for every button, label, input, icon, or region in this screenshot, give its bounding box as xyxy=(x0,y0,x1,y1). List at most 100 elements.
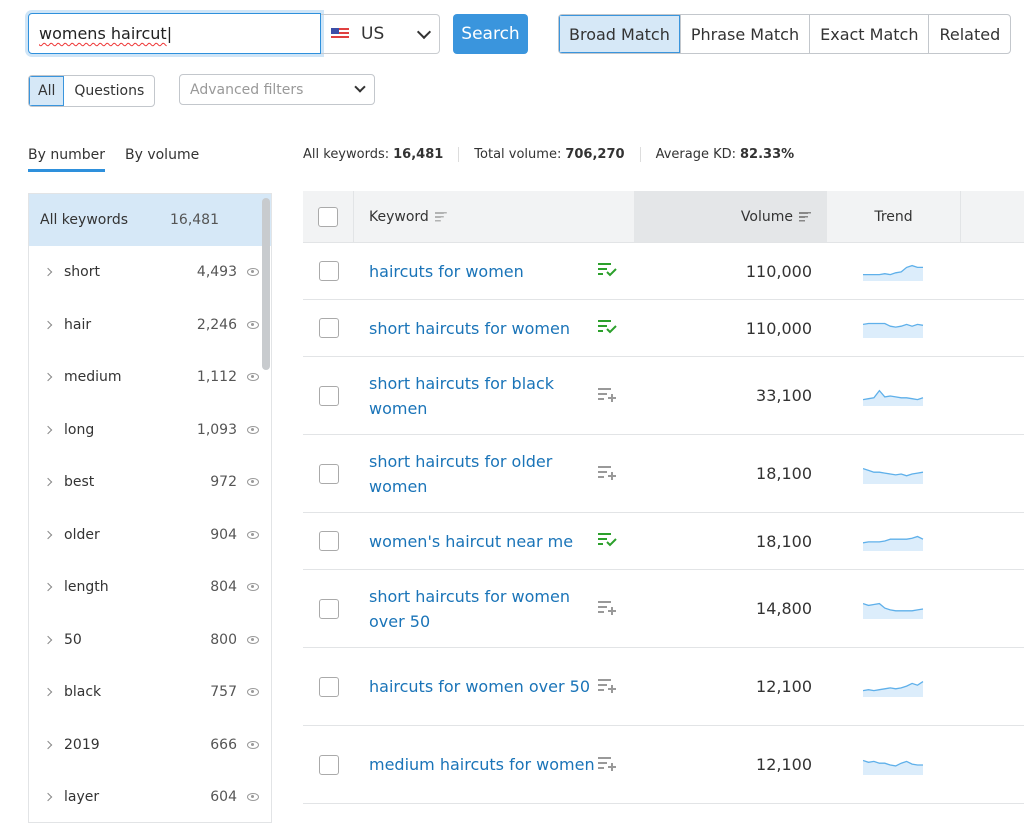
chevron-down-icon xyxy=(354,81,366,93)
volume-value: 18,100 xyxy=(756,531,812,551)
tab-related[interactable]: Related xyxy=(928,15,1010,53)
add-to-list-icon[interactable] xyxy=(597,386,619,402)
sidebar-item-group[interactable]: long 1,093 xyxy=(29,404,271,457)
eye-icon[interactable] xyxy=(247,478,259,487)
row-checkbox[interactable] xyxy=(318,676,339,697)
sidebar-item-group[interactable]: length 804 xyxy=(29,561,271,614)
sidebar-item-group[interactable]: short 4,493 xyxy=(29,246,271,299)
table-row: haircuts for women over 50 12,100 xyxy=(303,648,1024,726)
tab-by-number[interactable]: By number xyxy=(28,147,105,172)
add-to-list-icon[interactable] xyxy=(597,599,619,615)
eye-icon[interactable] xyxy=(247,583,259,592)
table-row: short haircuts for older women 18,100 xyxy=(303,435,1024,513)
chevron-right-icon xyxy=(43,425,53,434)
tab-by-volume[interactable]: By volume xyxy=(125,147,199,172)
row-checkbox[interactable] xyxy=(318,463,339,484)
volume-value: 110,000 xyxy=(745,318,812,338)
tab-exact-match[interactable]: Exact Match xyxy=(809,15,928,53)
chevron-right-icon xyxy=(43,583,53,592)
column-trend: Trend xyxy=(827,191,961,242)
volume-value: 12,100 xyxy=(756,677,812,696)
add-to-list-icon[interactable] xyxy=(597,755,619,771)
sort-icon xyxy=(799,211,811,222)
match-type-group: Broad Match Phrase Match Exact Match Rel… xyxy=(558,14,1012,54)
row-checkbox[interactable] xyxy=(318,598,339,619)
tab-phrase-match[interactable]: Phrase Match xyxy=(679,15,809,53)
sidebar-item-group[interactable]: medium 1,112 xyxy=(29,351,271,404)
keyword-link[interactable]: haircuts for women over 50 xyxy=(369,674,597,699)
keyword-link[interactable]: short haircuts for women xyxy=(369,316,597,341)
keywords-table: Keyword Volume Trend haircuts for women … xyxy=(303,191,1024,804)
eye-icon[interactable] xyxy=(247,740,259,749)
added-to-list-icon[interactable] xyxy=(597,261,619,277)
chevron-down-icon xyxy=(416,24,432,39)
add-to-list-icon[interactable] xyxy=(597,464,619,480)
sidebar-item-group[interactable]: 2019 666 xyxy=(29,719,271,772)
table-row: short haircuts for women 110,000 xyxy=(303,300,1024,357)
row-checkbox[interactable] xyxy=(318,385,339,406)
chevron-right-icon xyxy=(43,688,53,697)
volume-value: 110,000 xyxy=(745,261,812,281)
sidebar-item-group[interactable]: 50 800 xyxy=(29,614,271,667)
sidebar-item-group[interactable]: black 757 xyxy=(29,666,271,719)
eye-icon[interactable] xyxy=(247,320,259,329)
sidebar-item-group[interactable]: layer 604 xyxy=(29,771,271,822)
row-checkbox[interactable] xyxy=(318,318,339,338)
keyword-link[interactable]: short haircuts for black women xyxy=(369,371,597,421)
volume-value: 33,100 xyxy=(756,386,812,405)
eye-icon[interactable] xyxy=(247,425,259,434)
table-row: short haircuts for black women 33,100 xyxy=(303,357,1024,435)
us-flag-icon xyxy=(331,28,349,40)
search-input[interactable]: womens haircut| xyxy=(28,13,321,54)
keyword-link[interactable]: short haircuts for women over 50 xyxy=(369,584,597,634)
added-to-list-icon[interactable] xyxy=(597,531,619,547)
eye-icon[interactable] xyxy=(247,268,259,277)
trend-sparkline xyxy=(863,535,924,551)
row-checkbox[interactable] xyxy=(318,531,339,551)
volume-value: 14,800 xyxy=(756,599,812,618)
search-button[interactable]: Search xyxy=(453,14,528,54)
eye-icon[interactable] xyxy=(247,373,259,382)
select-all-checkbox[interactable] xyxy=(318,206,338,227)
column-volume[interactable]: Volume xyxy=(634,191,827,242)
column-keyword[interactable]: Keyword xyxy=(354,191,634,242)
trend-sparkline xyxy=(863,602,924,619)
sidebar-scrollbar[interactable] xyxy=(262,198,270,370)
row-checkbox[interactable] xyxy=(318,754,339,775)
sidebar-item-all-keywords[interactable]: All keywords 16,481 xyxy=(29,194,271,246)
table-header: Keyword Volume Trend xyxy=(303,191,1024,243)
row-checkbox[interactable] xyxy=(318,261,339,281)
trend-sparkline xyxy=(863,389,924,406)
tab-questions[interactable]: Questions xyxy=(64,76,154,106)
table-row: short haircuts for women over 50 14,800 xyxy=(303,570,1024,648)
eye-icon[interactable] xyxy=(247,688,259,697)
add-to-list-icon[interactable] xyxy=(597,677,619,693)
chevron-right-icon xyxy=(43,530,53,539)
keyword-groups-sidebar: All keywords 16,481 short 4,493 hair 2,246 me… xyxy=(28,193,272,823)
advanced-filters-dropdown[interactable]: Advanced filters xyxy=(179,74,375,105)
tab-all[interactable]: All xyxy=(29,76,65,106)
eye-icon[interactable] xyxy=(247,635,259,644)
chevron-right-icon xyxy=(43,320,53,329)
chevron-right-icon xyxy=(43,268,53,277)
trend-sparkline xyxy=(863,264,923,281)
chevron-right-icon xyxy=(43,373,53,382)
tab-broad-match[interactable]: Broad Match xyxy=(559,15,680,53)
chevron-right-icon xyxy=(43,478,53,487)
sidebar-item-group[interactable]: hair 2,246 xyxy=(29,299,271,352)
keyword-link[interactable]: haircuts for women xyxy=(369,259,597,284)
keyword-link[interactable]: women's haircut near me xyxy=(369,529,597,554)
eye-icon[interactable] xyxy=(247,530,259,539)
keyword-link[interactable]: medium haircuts for women xyxy=(369,752,597,777)
keyword-link[interactable]: short haircuts for older women xyxy=(369,449,597,499)
trend-sparkline xyxy=(863,759,923,775)
sort-icon xyxy=(434,211,447,222)
eye-icon[interactable] xyxy=(247,793,259,802)
sidebar-item-group[interactable]: older 904 xyxy=(29,509,271,562)
added-to-list-icon[interactable] xyxy=(597,318,619,334)
volume-value: 18,100 xyxy=(756,464,812,483)
group-tabs: By number By volume xyxy=(28,147,199,172)
table-row: medium haircuts for women 12,100 xyxy=(303,726,1024,804)
database-select[interactable]: US xyxy=(321,14,440,54)
sidebar-item-group[interactable]: best 972 xyxy=(29,456,271,509)
